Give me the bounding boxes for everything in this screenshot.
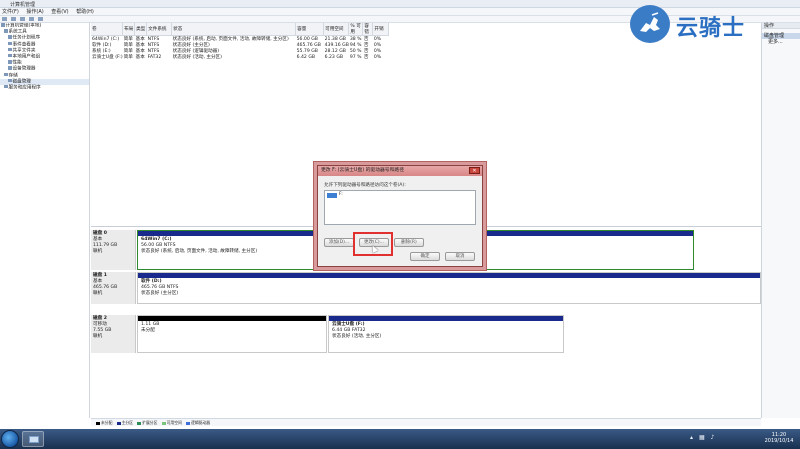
- disk-2-label[interactable]: 磁盘 2 可移动 7.55 GB 联机: [91, 315, 136, 353]
- volume-icon[interactable]: ♪: [711, 434, 715, 441]
- computer-management-icon: [29, 436, 39, 443]
- tree-item-services-apps[interactable]: 服务和应用程序: [0, 84, 89, 91]
- knight-logo-icon: [630, 5, 670, 43]
- properties-icon[interactable]: [29, 17, 34, 21]
- col-status[interactable]: 状态: [171, 23, 297, 36]
- taskbar: [0, 429, 800, 449]
- menu-action[interactable]: 操作(A): [26, 8, 43, 16]
- storage-icon: [4, 72, 8, 76]
- col-fault-tolerance[interactable]: 容错: [362, 23, 374, 36]
- drive-path-list-item-label: F:: [339, 192, 343, 197]
- drive-path-list-item[interactable]: [327, 193, 337, 198]
- actions-more-link[interactable]: 更多...: [762, 39, 800, 46]
- taskbar-clock[interactable]: 11:20 2019/10/14: [760, 432, 798, 444]
- volume-table-header: 卷 布局 类型 文件系统 状态 容量 可用空间 % 可用 容错 开销: [91, 23, 390, 36]
- volume-table: 卷 布局 类型 文件系统 状态 容量 可用空间 % 可用 容错 开销 64Win…: [91, 23, 390, 61]
- dialog-instruction: 允许下列驱动器号和路径访问这个卷(A):: [324, 183, 406, 188]
- disk-icon: [8, 78, 12, 83]
- col-layout[interactable]: 布局: [122, 23, 136, 36]
- partition-unallocated-bar: [138, 316, 326, 321]
- dialog-title: 更改 F: (云骑士U盘) 的驱动器号和路径: [321, 168, 404, 173]
- partition-d[interactable]: 软件 (D:) 465.76 GB NTFS 状态良好 (主分区): [137, 272, 761, 304]
- users-icon: [8, 53, 12, 58]
- clock-icon: [8, 35, 12, 39]
- disk-1-row: 磁盘 1 基本 465.76 GB 联机 软件 (D:) 465.76 GB N…: [91, 272, 761, 304]
- partition-f[interactable]: 云骑士U盘 (F:) 6.44 GB FAT32 状态良好 (活动, 主分区): [328, 315, 564, 353]
- menu-file[interactable]: 文件(F): [2, 8, 19, 16]
- partition-legend: 未分配 主分区 扩展分区 可用空间 逻辑驱动器: [91, 418, 761, 426]
- actions-pane: 操作 磁盘管理 更多...: [761, 23, 800, 418]
- legend-swatch-free: [161, 421, 166, 425]
- cancel-button[interactable]: 取消: [445, 252, 475, 261]
- folder-icon: [8, 47, 12, 52]
- disk-2-row: 磁盘 2 可移动 7.55 GB 联机 1.11 GB 未分配 云骑士U盘 (F…: [91, 315, 761, 353]
- system-tray: ▴ ▦ ♪: [690, 434, 750, 441]
- col-overhead[interactable]: 开销: [372, 23, 390, 36]
- event-icon: [8, 41, 12, 46]
- clock-date: 2019/10/14: [764, 438, 794, 444]
- disk-0-label[interactable]: 磁盘 0 基本 111.79 GB 联机: [91, 230, 136, 270]
- start-button[interactable]: [1, 430, 19, 448]
- network-icon[interactable]: ▦: [699, 434, 705, 441]
- col-filesystem[interactable]: 文件系统: [146, 23, 173, 36]
- remove-button[interactable]: 删除(R): [394, 238, 424, 247]
- help-icon[interactable]: [38, 17, 43, 21]
- performance-icon: [8, 60, 12, 64]
- legend-swatch-unallocated: [96, 421, 100, 425]
- brand-text: 云骑士: [676, 16, 746, 41]
- col-capacity[interactable]: 容量: [295, 23, 325, 36]
- device-icon: [8, 66, 12, 70]
- window-title: 计算机管理: [10, 2, 36, 8]
- col-free[interactable]: 可用空间: [323, 23, 350, 36]
- col-type[interactable]: 类型: [134, 23, 148, 36]
- legend-swatch-extended: [137, 421, 142, 425]
- forward-icon[interactable]: [11, 17, 16, 21]
- legend-swatch-primary: [116, 421, 121, 425]
- drive-path-list[interactable]: F:: [324, 190, 476, 225]
- tools-icon: [4, 29, 8, 33]
- add-button[interactable]: 添加(D)...: [324, 238, 354, 247]
- disk-1-label[interactable]: 磁盘 1 基本 465.76 GB 联机: [91, 272, 136, 304]
- back-icon[interactable]: [2, 17, 7, 21]
- ok-button[interactable]: 确定: [410, 252, 440, 261]
- menu-view[interactable]: 查看(V): [51, 8, 68, 16]
- computer-icon: [1, 23, 5, 27]
- col-volume[interactable]: 卷: [91, 23, 124, 36]
- navigation-tree: 计算机管理(本地) 系统工具 任务计划程序 事件查看器 共享文件夹 本地用户和组…: [0, 23, 90, 418]
- actions-header: 操作: [762, 23, 800, 29]
- change-drive-letter-dialog: 更改 F: (云骑士U盘) 的驱动器号和路径 ✕ 允许下列驱动器号和路径访问这个…: [317, 165, 483, 267]
- dialog-caption: 更改 F: (云骑士U盘) 的驱动器号和路径: [318, 166, 482, 176]
- col-percent-free[interactable]: % 可用: [348, 23, 364, 36]
- partition-unallocated[interactable]: 1.11 GB 未分配: [137, 315, 327, 353]
- partition-f-bar: [329, 316, 563, 321]
- legend-swatch-logical: [186, 421, 191, 425]
- tray-arrow-icon[interactable]: ▴: [690, 434, 693, 441]
- partition-d-bar: [138, 273, 760, 278]
- services-icon: [4, 84, 8, 89]
- brand-logo: 云骑士: [630, 5, 760, 43]
- taskbar-computer-management[interactable]: [22, 431, 44, 447]
- table-row[interactable]: 云骑士U盘 (F:) 简单 基本 FAT32 状态良好 (活动, 主分区) 6.42 GB…: [91, 54, 389, 61]
- up-icon[interactable]: [20, 17, 25, 21]
- dialog-close-button[interactable]: ✕: [469, 167, 480, 174]
- menu-help[interactable]: 帮助(H): [76, 8, 94, 16]
